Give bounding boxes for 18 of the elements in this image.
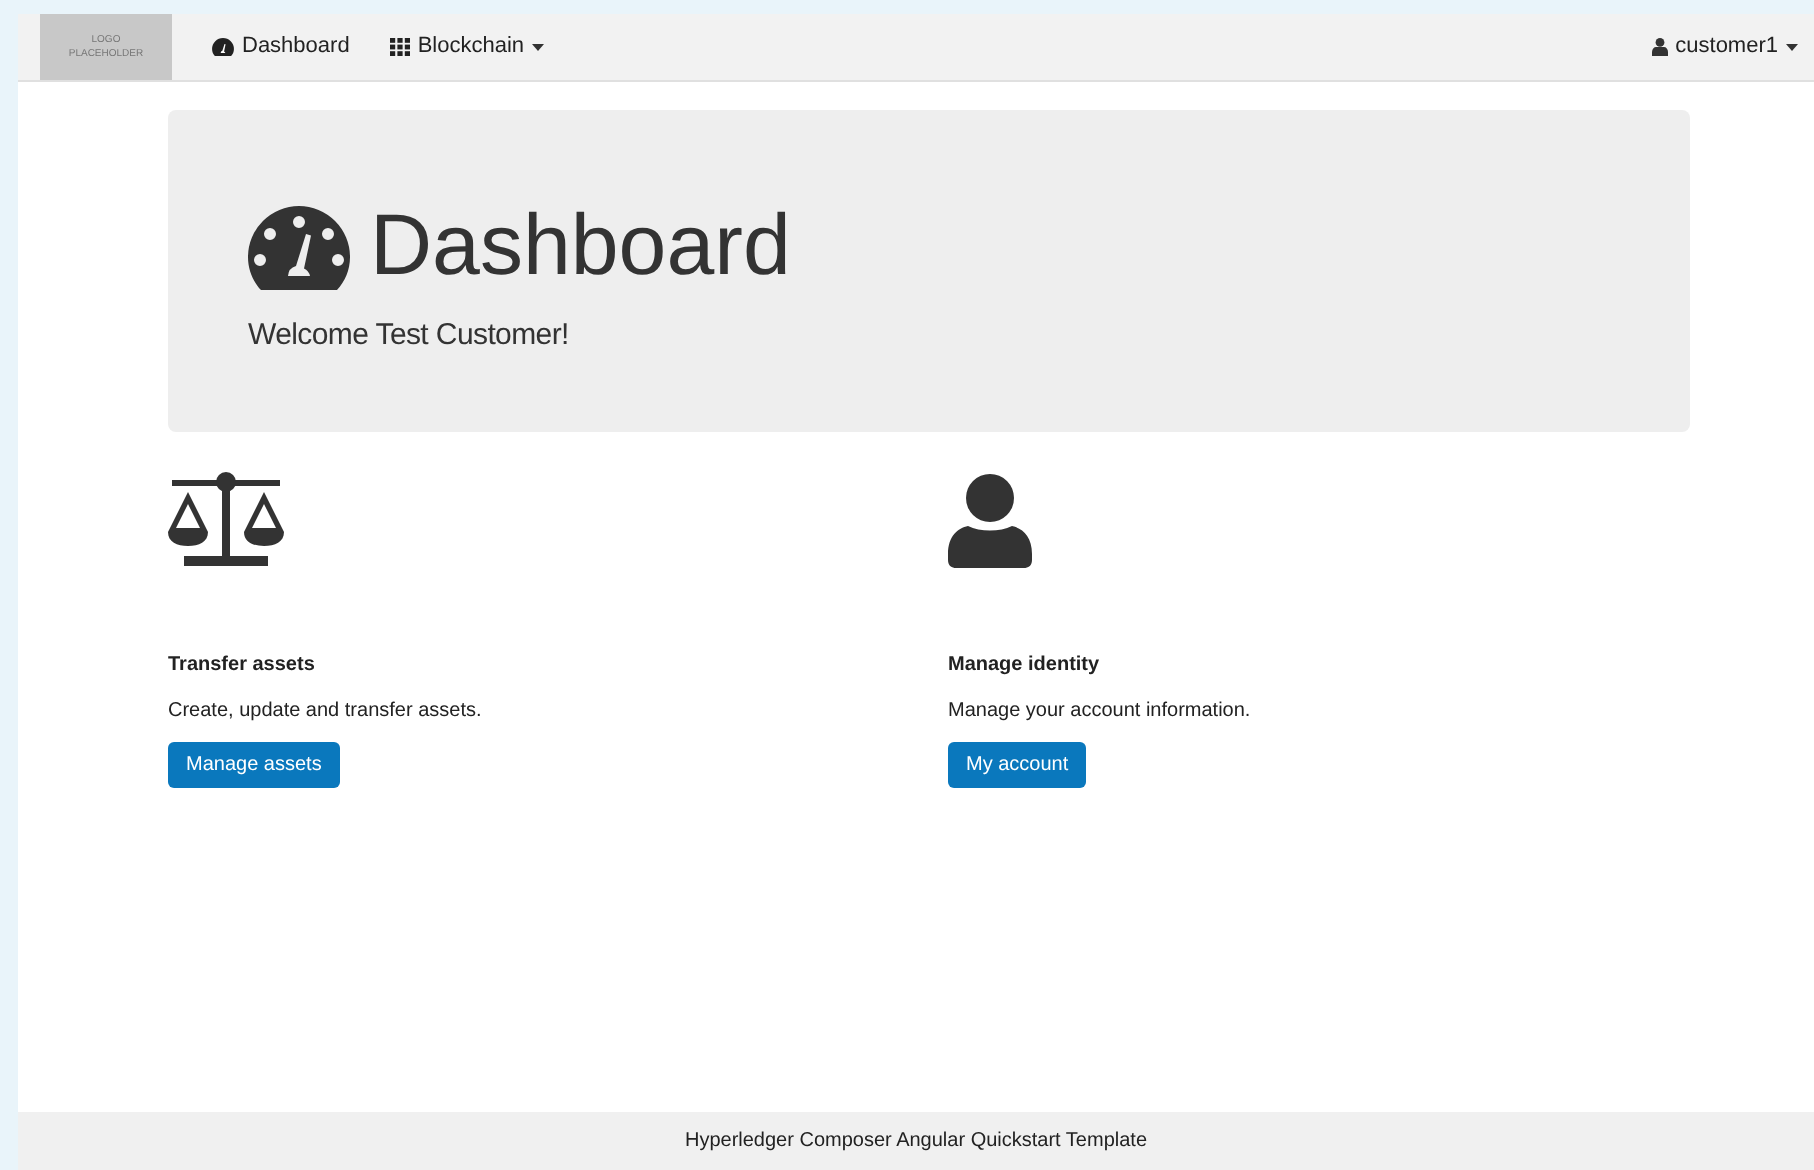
- user-icon: [1651, 38, 1668, 56]
- nav-link[interactable]: Blockchain: [389, 30, 545, 64]
- grid-icon: [389, 38, 410, 56]
- dashboard-icon: [212, 38, 234, 56]
- nav-link[interactable]: Dashboard: [212, 30, 350, 64]
- footer-text: Hyperledger Composer Angular Quickstart Template: [684, 1128, 1148, 1156]
- dashboard-icon: [248, 205, 350, 289]
- user-menu[interactable]: customer1: [1651, 30, 1798, 64]
- card-title: Transfer assets: [168, 652, 315, 680]
- card-description: Manage your account information.: [948, 698, 1251, 726]
- card-title: Manage identity: [948, 652, 1100, 680]
- user-icon: [948, 474, 1032, 568]
- card-button[interactable]: My account: [948, 742, 1087, 788]
- scale-icon: [168, 472, 284, 568]
- page-title: Dashboard: [370, 204, 791, 290]
- card-description: Create, update and transfer assets.: [168, 698, 482, 726]
- welcome-text: Welcome Test Customer!: [248, 316, 571, 356]
- card-button[interactable]: Manage assets: [168, 742, 340, 788]
